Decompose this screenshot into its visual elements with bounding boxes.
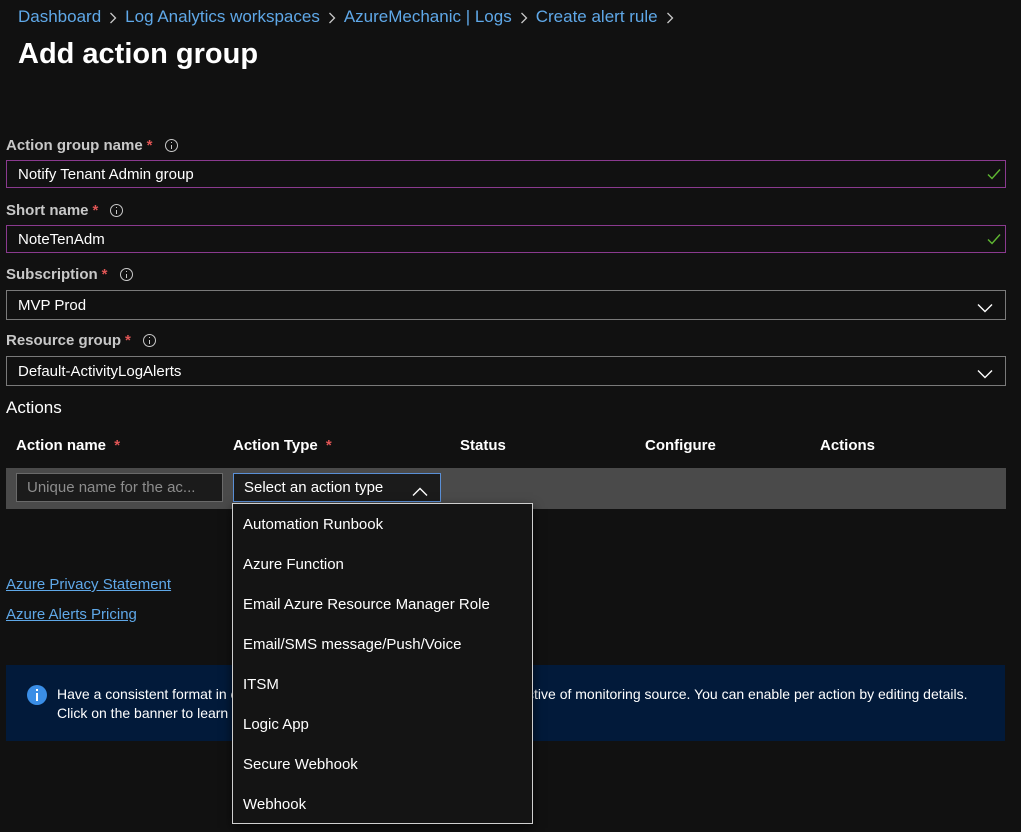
- required-asterisk: *: [101, 266, 108, 283]
- column-header-configure: Configure: [645, 437, 716, 454]
- short-name-input[interactable]: NoteTenAdm: [6, 225, 1006, 253]
- dropdown-option[interactable]: Azure Function: [233, 544, 532, 584]
- checkmark-icon: [987, 167, 1001, 184]
- resource-group-label-text: Resource group: [6, 332, 122, 349]
- info-icon[interactable]: [142, 334, 156, 347]
- breadcrumb-log-analytics-workspaces[interactable]: Log Analytics workspaces: [125, 7, 320, 27]
- column-header-actions: Actions: [820, 437, 876, 454]
- short-name-label: Short name *: [6, 202, 124, 219]
- column-header-action-type: Action Type *: [233, 437, 332, 454]
- chevron-up-icon: [412, 484, 428, 501]
- action-group-name-label: Action group name *: [6, 137, 178, 154]
- info-icon[interactable]: [110, 204, 124, 217]
- action-group-name-value: Notify Tenant Admin group: [18, 165, 194, 183]
- column-header-status: Status: [460, 437, 506, 454]
- resource-group-label: Resource group *: [6, 332, 156, 349]
- resource-group-select[interactable]: Default-ActivityLogAlerts: [6, 356, 1006, 386]
- actions-section-title: Actions: [6, 398, 62, 417]
- required-asterisk: *: [125, 332, 131, 349]
- info-icon[interactable]: [164, 139, 178, 152]
- subscription-label-text: Subscription: [6, 266, 98, 283]
- dropdown-option[interactable]: Automation Runbook: [233, 504, 532, 544]
- chevron-right-icon: [512, 9, 536, 26]
- dropdown-option[interactable]: ITSM: [233, 664, 532, 704]
- chevron-right-icon: [658, 9, 682, 26]
- breadcrumb: Dashboard Log Analytics workspaces Azure…: [18, 6, 682, 28]
- dropdown-option[interactable]: Email/SMS message/Push/Voice: [233, 624, 532, 664]
- action-group-name-label-text: Action group name: [6, 137, 143, 154]
- chevron-right-icon: [320, 9, 344, 26]
- action-type-dropdown: Automation Runbook Azure Function Email …: [232, 503, 533, 824]
- subscription-label: Subscription *: [6, 266, 133, 283]
- chevron-down-icon: [977, 300, 993, 317]
- resource-group-value: Default-ActivityLogAlerts: [18, 362, 182, 380]
- dropdown-option[interactable]: Webhook: [233, 784, 532, 824]
- action-name-input[interactable]: Unique name for the ac...: [16, 473, 223, 502]
- action-group-name-input[interactable]: Notify Tenant Admin group: [6, 160, 1006, 188]
- chevron-down-icon: [977, 366, 993, 383]
- breadcrumb-create-alert-rule[interactable]: Create alert rule: [536, 7, 658, 27]
- required-asterisk: *: [146, 137, 153, 154]
- short-name-label-text: Short name: [6, 202, 89, 219]
- column-header-action-name-text: Action name: [16, 437, 107, 454]
- dropdown-option[interactable]: Secure Webhook: [233, 744, 532, 784]
- chevron-right-icon: [101, 9, 125, 26]
- azure-alerts-pricing-link[interactable]: Azure Alerts Pricing: [6, 606, 137, 623]
- subscription-select[interactable]: MVP Prod: [6, 290, 1006, 320]
- checkmark-icon: [987, 232, 1001, 249]
- page-title: Add action group: [18, 38, 259, 70]
- dropdown-option[interactable]: Logic App: [233, 704, 532, 744]
- info-icon[interactable]: [119, 268, 133, 281]
- column-header-action-type-text: Action Type: [233, 437, 318, 454]
- dropdown-option[interactable]: Email Azure Resource Manager Role: [233, 584, 532, 624]
- short-name-value: NoteTenAdm: [18, 230, 105, 248]
- breadcrumb-dashboard[interactable]: Dashboard: [18, 7, 101, 27]
- required-asterisk: *: [92, 202, 99, 219]
- azure-privacy-statement-link[interactable]: Azure Privacy Statement: [6, 576, 171, 593]
- required-asterisk: *: [325, 437, 332, 454]
- breadcrumb-azuremechanic-logs[interactable]: AzureMechanic | Logs: [344, 7, 512, 27]
- action-type-select[interactable]: Select an action type: [233, 473, 441, 502]
- info-filled-icon: [27, 685, 47, 705]
- column-header-action-name: Action name *: [16, 437, 120, 454]
- action-type-value: Select an action type: [244, 479, 384, 496]
- required-asterisk: *: [114, 437, 121, 454]
- subscription-value: MVP Prod: [18, 296, 87, 314]
